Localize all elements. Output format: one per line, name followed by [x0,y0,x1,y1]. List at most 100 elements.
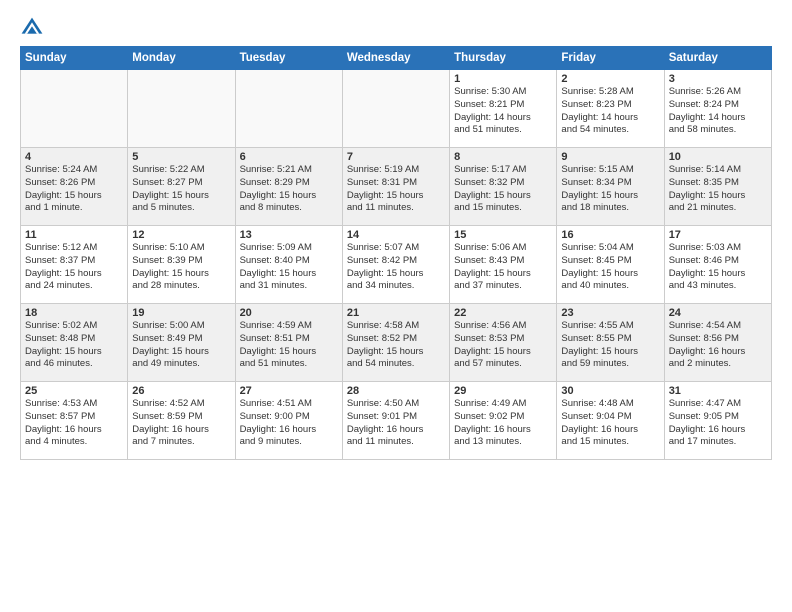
day-info: Sunrise: 5:04 AM [561,242,659,255]
day-info: Daylight: 15 hours [25,346,123,359]
day-info: Sunrise: 4:50 AM [347,398,445,411]
logo-icon [20,16,44,40]
day-info: and 37 minutes. [454,280,552,293]
day-cell: 26Sunrise: 4:52 AMSunset: 8:59 PMDayligh… [128,382,235,460]
day-info: Daylight: 15 hours [454,268,552,281]
day-info: and 54 minutes. [347,358,445,371]
day-info: Sunset: 8:49 PM [132,333,230,346]
day-cell: 20Sunrise: 4:59 AMSunset: 8:51 PMDayligh… [235,304,342,382]
calendar: SundayMondayTuesdayWednesdayThursdayFrid… [20,46,772,460]
day-info: Sunset: 8:31 PM [347,177,445,190]
day-info: and 5 minutes. [132,202,230,215]
day-info: Sunset: 8:55 PM [561,333,659,346]
day-info: and 31 minutes. [240,280,338,293]
col-header-tuesday: Tuesday [235,47,342,70]
day-number: 15 [454,229,552,241]
day-info: Sunset: 8:39 PM [132,255,230,268]
day-number: 24 [669,307,767,319]
day-cell: 21Sunrise: 4:58 AMSunset: 8:52 PMDayligh… [342,304,449,382]
day-number: 28 [347,385,445,397]
day-number: 20 [240,307,338,319]
day-info: Daylight: 14 hours [454,112,552,125]
day-number: 1 [454,73,552,85]
day-info: Sunset: 8:45 PM [561,255,659,268]
day-info: and 54 minutes. [561,124,659,137]
day-number: 26 [132,385,230,397]
day-info: Sunset: 8:40 PM [240,255,338,268]
day-info: and 57 minutes. [454,358,552,371]
day-info: Sunrise: 4:59 AM [240,320,338,333]
day-info: Sunset: 9:04 PM [561,411,659,424]
day-info: Sunrise: 5:14 AM [669,164,767,177]
day-number: 7 [347,151,445,163]
day-info: Sunset: 8:35 PM [669,177,767,190]
day-info: Sunrise: 4:48 AM [561,398,659,411]
day-info: Sunset: 9:01 PM [347,411,445,424]
day-info: Daylight: 15 hours [669,190,767,203]
day-info: Sunset: 8:59 PM [132,411,230,424]
day-number: 6 [240,151,338,163]
day-info: Daylight: 15 hours [347,346,445,359]
day-cell: 4Sunrise: 5:24 AMSunset: 8:26 PMDaylight… [21,148,128,226]
day-info: Sunrise: 5:22 AM [132,164,230,177]
day-number: 31 [669,385,767,397]
day-cell: 25Sunrise: 4:53 AMSunset: 8:57 PMDayligh… [21,382,128,460]
day-info: Sunset: 8:23 PM [561,99,659,112]
day-info: Daylight: 16 hours [240,424,338,437]
col-header-friday: Friday [557,47,664,70]
day-cell: 18Sunrise: 5:02 AMSunset: 8:48 PMDayligh… [21,304,128,382]
day-number: 2 [561,73,659,85]
day-cell [235,70,342,148]
day-info: and 15 minutes. [454,202,552,215]
day-info: Daylight: 16 hours [25,424,123,437]
day-info: and 49 minutes. [132,358,230,371]
day-info: Daylight: 16 hours [132,424,230,437]
week-row-5: 25Sunrise: 4:53 AMSunset: 8:57 PMDayligh… [21,382,772,460]
day-number: 27 [240,385,338,397]
day-cell: 23Sunrise: 4:55 AMSunset: 8:55 PMDayligh… [557,304,664,382]
day-cell: 11Sunrise: 5:12 AMSunset: 8:37 PMDayligh… [21,226,128,304]
day-info: Sunrise: 5:21 AM [240,164,338,177]
day-cell: 5Sunrise: 5:22 AMSunset: 8:27 PMDaylight… [128,148,235,226]
day-info: Sunrise: 4:52 AM [132,398,230,411]
day-cell: 1Sunrise: 5:30 AMSunset: 8:21 PMDaylight… [450,70,557,148]
day-info: Daylight: 15 hours [561,190,659,203]
day-info: and 4 minutes. [25,436,123,449]
day-info: Sunrise: 4:55 AM [561,320,659,333]
day-info: Daylight: 15 hours [240,190,338,203]
day-cell: 15Sunrise: 5:06 AMSunset: 8:43 PMDayligh… [450,226,557,304]
day-info: and 24 minutes. [25,280,123,293]
day-cell: 13Sunrise: 5:09 AMSunset: 8:40 PMDayligh… [235,226,342,304]
day-number: 14 [347,229,445,241]
day-cell: 22Sunrise: 4:56 AMSunset: 8:53 PMDayligh… [450,304,557,382]
day-info: Daylight: 15 hours [561,346,659,359]
day-number: 3 [669,73,767,85]
day-info: Sunset: 8:32 PM [454,177,552,190]
day-info: Sunrise: 5:28 AM [561,86,659,99]
day-info: Daylight: 15 hours [669,268,767,281]
day-info: Sunset: 8:46 PM [669,255,767,268]
day-cell: 17Sunrise: 5:03 AMSunset: 8:46 PMDayligh… [664,226,771,304]
day-info: and 1 minute. [25,202,123,215]
day-cell: 10Sunrise: 5:14 AMSunset: 8:35 PMDayligh… [664,148,771,226]
day-info: Daylight: 15 hours [454,190,552,203]
day-info: Sunset: 8:37 PM [25,255,123,268]
day-info: Sunset: 8:42 PM [347,255,445,268]
day-info: and 8 minutes. [240,202,338,215]
header [20,16,772,40]
day-info: Sunset: 9:02 PM [454,411,552,424]
day-info: Sunset: 8:53 PM [454,333,552,346]
day-number: 11 [25,229,123,241]
day-info: and 11 minutes. [347,436,445,449]
day-number: 22 [454,307,552,319]
day-info: and 34 minutes. [347,280,445,293]
day-info: Daylight: 15 hours [454,346,552,359]
day-info: Sunrise: 5:24 AM [25,164,123,177]
day-cell [128,70,235,148]
day-info: Sunrise: 5:15 AM [561,164,659,177]
day-info: Daylight: 16 hours [669,424,767,437]
day-info: Sunset: 8:21 PM [454,99,552,112]
day-info: and 15 minutes. [561,436,659,449]
day-number: 4 [25,151,123,163]
day-info: Daylight: 14 hours [669,112,767,125]
